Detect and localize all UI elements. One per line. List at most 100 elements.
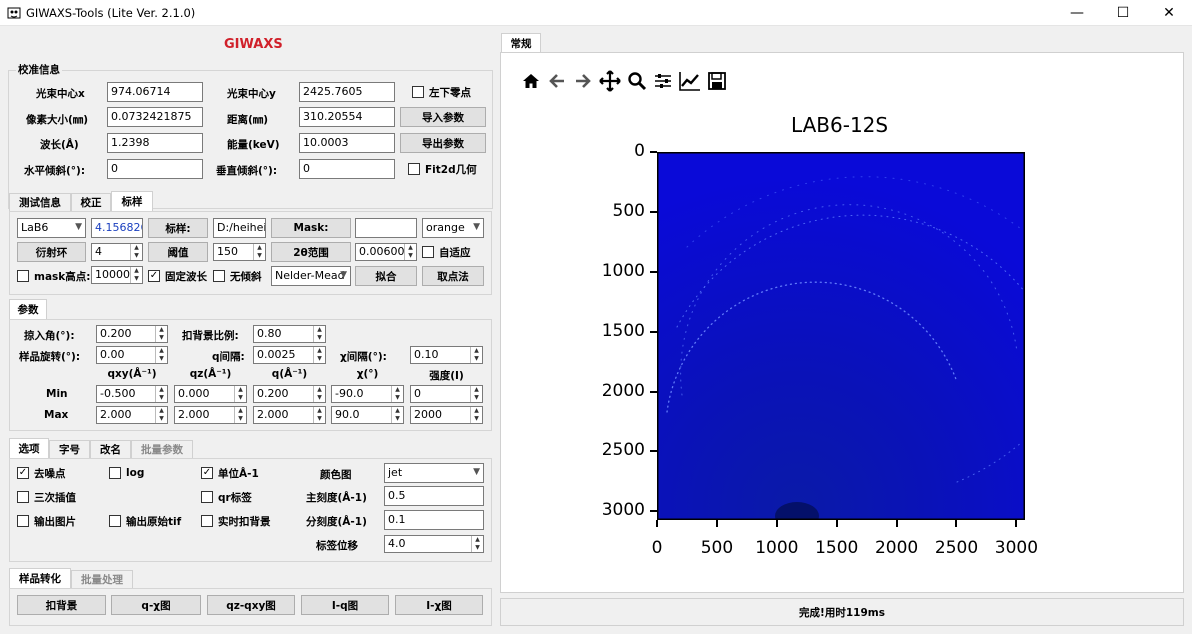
export-params-button[interactable]: 导出参数 [400,133,486,153]
spin-arrows-icon[interactable]: ▲ ▼ [470,386,482,402]
output-image-checkbox[interactable]: 输出图片 [17,514,76,528]
qxy-max-spinbox[interactable]: 2.000 ▲ ▼ [96,406,168,424]
spin-arrows-icon[interactable]: ▲ ▼ [470,407,482,423]
spin-arrows-icon[interactable]: ▲ ▼ [313,386,325,402]
close-button[interactable]: ✕ [1146,0,1192,26]
spin-arrows-icon[interactable]: ▲ ▼ [130,267,142,283]
zoom-icon[interactable] [627,71,647,91]
spin-arrows-icon[interactable]: ▲ ▼ [471,536,483,552]
spin-arrows-icon[interactable]: ▲ ▼ [234,386,246,402]
detector-image[interactable] [657,152,1025,520]
range-spinbox[interactable]: 0.00600 ▲ ▼ [355,243,417,261]
chi-min-spinbox[interactable]: -90.0 ▲ ▼ [331,385,404,403]
back-arrow-icon[interactable] [547,71,567,91]
major-tick-input[interactable]: 0.5 [384,486,484,506]
intensity-min-spinbox[interactable]: 0 ▲ ▼ [410,385,483,403]
qz-min-spinbox[interactable]: 0.000 ▲ ▼ [174,385,247,403]
label-offset-spinbox[interactable]: 4.0 ▲ ▼ [384,535,484,553]
ring-button[interactable]: 衍射环 [17,242,86,262]
spin-arrows-icon[interactable]: ▲ ▼ [391,386,403,402]
spin-arrows-icon[interactable]: ▲ ▼ [155,386,167,402]
spin-arrows-icon[interactable]: ▲ ▼ [253,244,265,260]
tab-batch-params[interactable]: 批量参数 [131,440,193,458]
energy-input[interactable]: 10.0003 [299,133,395,153]
mask-path-input[interactable] [355,218,417,238]
pixel-input[interactable]: 0.0732421875 [107,107,203,127]
spin-arrows-icon[interactable]: ▲ ▼ [155,407,167,423]
qz-max-spinbox[interactable]: 2.000 ▲ ▼ [174,406,247,424]
tab-test-info[interactable]: 测试信息 [9,193,71,211]
save-icon[interactable] [707,71,727,91]
chi-step-spinbox[interactable]: 0.10 ▲ ▼ [410,346,483,364]
tab-rename[interactable]: 改名 [90,440,131,458]
mask-highpoint-spinbox[interactable]: 10000 ▲ ▼ [91,266,143,284]
minor-tick-input[interactable]: 0.1 [384,510,484,530]
color-select[interactable]: orange ▼ [422,218,484,238]
tab-standard[interactable]: 标样 [111,191,153,211]
beam-x-input[interactable]: 974.06714 [107,82,203,102]
q-max-spinbox[interactable]: 2.000 ▲ ▼ [253,406,326,424]
adaptive-checkbox[interactable]: 自适应 [422,245,471,259]
method-select[interactable]: Nelder-Mead ▼ [271,266,351,286]
qxy-min-spinbox[interactable]: -0.500 ▲ ▼ [96,385,168,403]
forward-arrow-icon[interactable] [573,71,593,91]
threshold-button[interactable]: 阈值 [148,242,208,262]
minimize-button[interactable]: — [1054,0,1100,26]
unit-checkbox[interactable]: ✓ 单位Å-1 [201,466,259,480]
spin-arrows-icon[interactable]: ▲ ▼ [155,326,167,342]
fit-button[interactable]: 拟合 [355,266,417,286]
beam-y-input[interactable]: 2425.7605 [299,82,395,102]
home-icon[interactable] [521,71,541,91]
spin-arrows-icon[interactable]: ▲ ▼ [313,347,325,363]
lattice-input[interactable]: 4.1568260 [91,218,143,238]
v-tilt-input[interactable]: 0 [299,159,395,179]
spin-arrows-icon[interactable]: ▲ ▼ [391,407,403,423]
spin-arrows-icon[interactable]: ▲ ▼ [470,347,482,363]
q-step-spinbox[interactable]: 0.0025 ▲ ▼ [253,346,326,364]
h-tilt-input[interactable]: 0 [107,159,203,179]
log-checkbox[interactable]: log [109,466,144,480]
i-chi-plot-button[interactable]: I-χ图 [395,595,483,615]
edit-axis-icon[interactable] [679,71,701,91]
no-tilt-checkbox[interactable]: 无倾斜 [213,269,262,283]
fit2d-checkbox[interactable]: Fit2d几何 [408,162,477,176]
tab-params[interactable]: 参数 [9,299,47,319]
fix-wavelength-checkbox[interactable]: ✓ 固定波长 [148,269,207,283]
ring-spinbox[interactable]: 4 ▲ ▼ [91,243,143,261]
chi-max-spinbox[interactable]: 90.0 ▲ ▼ [331,406,404,424]
denoise-checkbox[interactable]: ✓ 去噪点 [17,466,66,480]
standard-path-input[interactable]: D:/heiheihe [213,218,266,238]
flip-checkbox[interactable]: 左下零点 [412,85,471,99]
mask-highpoint-checkbox[interactable]: mask高点: [17,269,90,283]
realtime-bg-checkbox[interactable]: 实时扣背景 [201,514,271,528]
q-min-spinbox[interactable]: 0.200 ▲ ▼ [253,385,326,403]
q-chi-plot-button[interactable]: q-χ图 [111,595,201,615]
interp-checkbox[interactable]: 三次插值 [17,490,76,504]
mask-file-button[interactable]: Mask: [271,218,351,238]
tab-batch-process[interactable]: 批量处理 [71,570,133,588]
wavelength-input[interactable]: 1.2398 [107,133,203,153]
threshold-spinbox[interactable]: 150 ▲ ▼ [213,243,266,261]
intensity-max-spinbox[interactable]: 2000 ▲ ▼ [410,406,483,424]
tab-sample-convert[interactable]: 样品转化 [9,568,71,588]
qr-label-checkbox[interactable]: qr标签 [201,490,252,504]
tab-font-size[interactable]: 字号 [49,440,90,458]
spin-arrows-icon[interactable]: ▲ ▼ [234,407,246,423]
tab-correction[interactable]: 校正 [71,193,111,211]
two-theta-range-button[interactable]: 2θ范围 [271,242,351,262]
pick-points-button[interactable]: 取点法 [422,266,484,286]
tab-options[interactable]: 选项 [9,438,49,458]
subtract-bg-button[interactable]: 扣背景 [17,595,106,615]
output-tif-checkbox[interactable]: 输出原始tif [109,514,181,528]
spin-arrows-icon[interactable]: ▲ ▼ [404,244,416,260]
configure-subplots-icon[interactable] [653,71,673,91]
material-select[interactable]: LaB6 ▼ [17,218,86,238]
spin-arrows-icon[interactable]: ▲ ▼ [130,244,142,260]
pan-icon[interactable] [599,70,621,92]
spin-arrows-icon[interactable]: ▲ ▼ [313,407,325,423]
colormap-select[interactable]: jet ▼ [384,463,484,483]
incidence-spinbox[interactable]: 0.200 ▲ ▼ [96,325,168,343]
tab-general[interactable]: 常规 [501,33,541,53]
qz-qxy-plot-button[interactable]: qz-qxy图 [207,595,295,615]
import-params-button[interactable]: 导入参数 [400,107,486,127]
